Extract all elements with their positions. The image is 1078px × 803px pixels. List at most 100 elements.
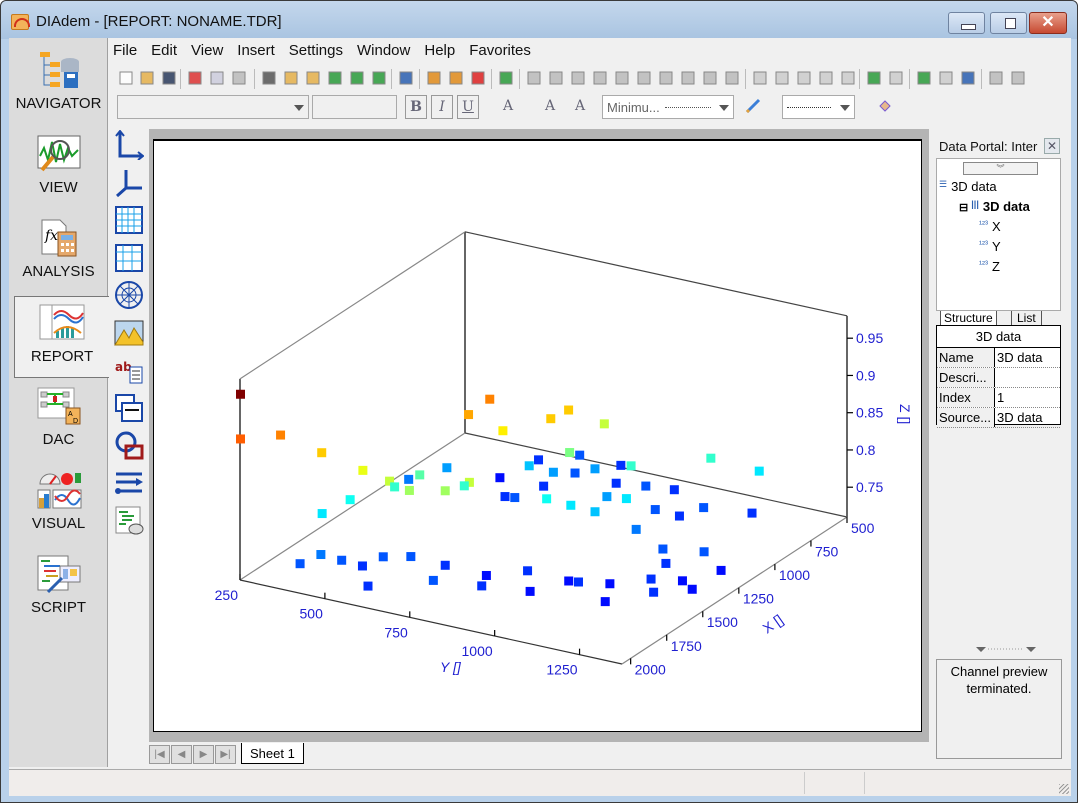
center-h-icon[interactable] xyxy=(613,69,631,87)
data-point[interactable] xyxy=(276,430,286,440)
property-row[interactable]: Descri... xyxy=(937,368,1060,388)
sheet-grid-icon[interactable] xyxy=(959,69,977,87)
nav-item-report[interactable]: REPORT xyxy=(14,296,109,378)
align-right-icon[interactable] xyxy=(547,69,565,87)
data-point[interactable] xyxy=(477,581,487,591)
data-point[interactable] xyxy=(542,494,552,504)
line-arrow-icon[interactable] xyxy=(114,468,144,498)
table-alt-icon[interactable] xyxy=(114,243,144,273)
prev-sheet-button[interactable]: ◀ xyxy=(171,745,192,764)
polar-icon[interactable] xyxy=(114,280,144,310)
data-point[interactable] xyxy=(599,419,609,429)
data-point[interactable] xyxy=(650,505,660,515)
same-width-icon[interactable] xyxy=(657,69,675,87)
pen-color-icon[interactable] xyxy=(745,98,761,114)
property-value[interactable]: 3D data xyxy=(995,408,1060,427)
data-point[interactable] xyxy=(564,405,574,415)
data-point[interactable] xyxy=(485,394,495,404)
menu-favorites[interactable]: Favorites xyxy=(469,42,531,59)
3d-axis-icon[interactable] xyxy=(114,168,144,198)
line-style-combo[interactable]: Minimu... xyxy=(602,95,734,119)
data-point[interactable] xyxy=(575,450,585,460)
close-button[interactable]: ✕ xyxy=(1029,12,1067,34)
collapse-node-icon[interactable]: ⊟ xyxy=(959,202,971,214)
grid2-icon[interactable] xyxy=(773,69,791,87)
tree-item[interactable]: ¹²³ Y xyxy=(979,239,1001,254)
data-point[interactable] xyxy=(404,485,414,495)
data-point[interactable] xyxy=(236,434,245,444)
tree-item[interactable]: ¹²³ Z xyxy=(979,259,1000,274)
property-row[interactable]: Index 1 xyxy=(937,388,1060,408)
data-point[interactable] xyxy=(378,552,388,562)
nav-item-visual[interactable]: VISUAL xyxy=(9,464,108,546)
data-point[interactable] xyxy=(404,474,414,484)
grid3-icon[interactable] xyxy=(795,69,813,87)
shapes-icon[interactable] xyxy=(114,430,144,460)
data-point[interactable] xyxy=(481,570,491,580)
data-point[interactable] xyxy=(337,555,347,565)
data-point[interactable] xyxy=(626,461,636,471)
portal-close-button[interactable]: ✕ xyxy=(1044,138,1060,154)
data-point[interactable] xyxy=(602,492,612,502)
data-point[interactable] xyxy=(510,493,520,503)
refresh-icon[interactable] xyxy=(497,69,515,87)
data-point[interactable] xyxy=(649,587,659,597)
data-point[interactable] xyxy=(646,574,656,584)
tree-item[interactable]: ¹²³ X xyxy=(979,219,1001,234)
data-point[interactable] xyxy=(674,511,684,521)
open-icon[interactable] xyxy=(138,69,156,87)
update-channel-icon[interactable] xyxy=(865,69,883,87)
panel-splitter[interactable] xyxy=(936,645,1061,659)
data-point[interactable] xyxy=(570,468,580,478)
2d-axis-icon[interactable] xyxy=(114,129,145,161)
distribute-h-icon[interactable] xyxy=(701,69,719,87)
data-point[interactable] xyxy=(357,561,367,571)
data-point[interactable] xyxy=(605,579,615,589)
menu-settings[interactable]: Settings xyxy=(289,42,343,59)
data-point[interactable] xyxy=(459,481,469,491)
data-point[interactable] xyxy=(539,481,549,491)
text-color-button[interactable]: A xyxy=(497,95,519,119)
script-report-icon[interactable] xyxy=(114,505,144,535)
menu-file[interactable]: File xyxy=(113,42,137,59)
3d-surface-icon[interactable] xyxy=(114,318,144,348)
save-icon[interactable] xyxy=(160,69,178,87)
tree-item[interactable]: ☰ 3D data xyxy=(939,179,997,194)
data-point[interactable] xyxy=(500,492,510,502)
center-v-icon[interactable] xyxy=(635,69,653,87)
move-icon[interactable] xyxy=(937,69,955,87)
nav-item-navigator[interactable]: NAVIGATOR xyxy=(9,44,108,126)
property-row[interactable]: Name 3D data xyxy=(937,348,1060,368)
print-icon[interactable] xyxy=(260,69,278,87)
bold-button[interactable]: B xyxy=(405,95,427,119)
subscript-button[interactable]: A xyxy=(569,95,591,119)
nav-item-view[interactable]: VIEW xyxy=(9,128,108,210)
data-point[interactable] xyxy=(442,463,452,473)
data-point[interactable] xyxy=(716,565,726,575)
menu-help[interactable]: Help xyxy=(424,42,455,59)
data-point[interactable] xyxy=(495,473,505,483)
data-point[interactable] xyxy=(236,389,245,399)
data-point[interactable] xyxy=(566,500,576,510)
data-point[interactable] xyxy=(363,581,373,591)
export-image-icon[interactable] xyxy=(304,69,322,87)
data-point[interactable] xyxy=(590,507,600,517)
collapse-toggle[interactable]: ︾ xyxy=(963,162,1038,175)
data-point[interactable] xyxy=(317,509,327,519)
undo-icon[interactable] xyxy=(397,69,415,87)
channel-ref-icon[interactable] xyxy=(887,69,905,87)
data-point[interactable] xyxy=(406,552,416,562)
menu-edit[interactable]: Edit xyxy=(151,42,177,59)
grid5-icon[interactable] xyxy=(839,69,857,87)
data-point[interactable] xyxy=(661,558,671,568)
data-point[interactable] xyxy=(525,586,535,596)
data-point[interactable] xyxy=(631,524,641,534)
export-ppt-icon[interactable] xyxy=(370,69,388,87)
property-row[interactable]: Source... 3D data xyxy=(937,408,1060,428)
data-point[interactable] xyxy=(699,547,709,557)
tab-list[interactable]: List xyxy=(1011,311,1042,326)
3d-scatter-plot[interactable]: 250 500 750 1000 1250 500 750 1000 1250 1500 1750 2… xyxy=(154,141,923,734)
data-point[interactable] xyxy=(611,478,621,488)
italic-button[interactable]: I xyxy=(431,95,453,119)
data-point[interactable] xyxy=(669,485,679,495)
